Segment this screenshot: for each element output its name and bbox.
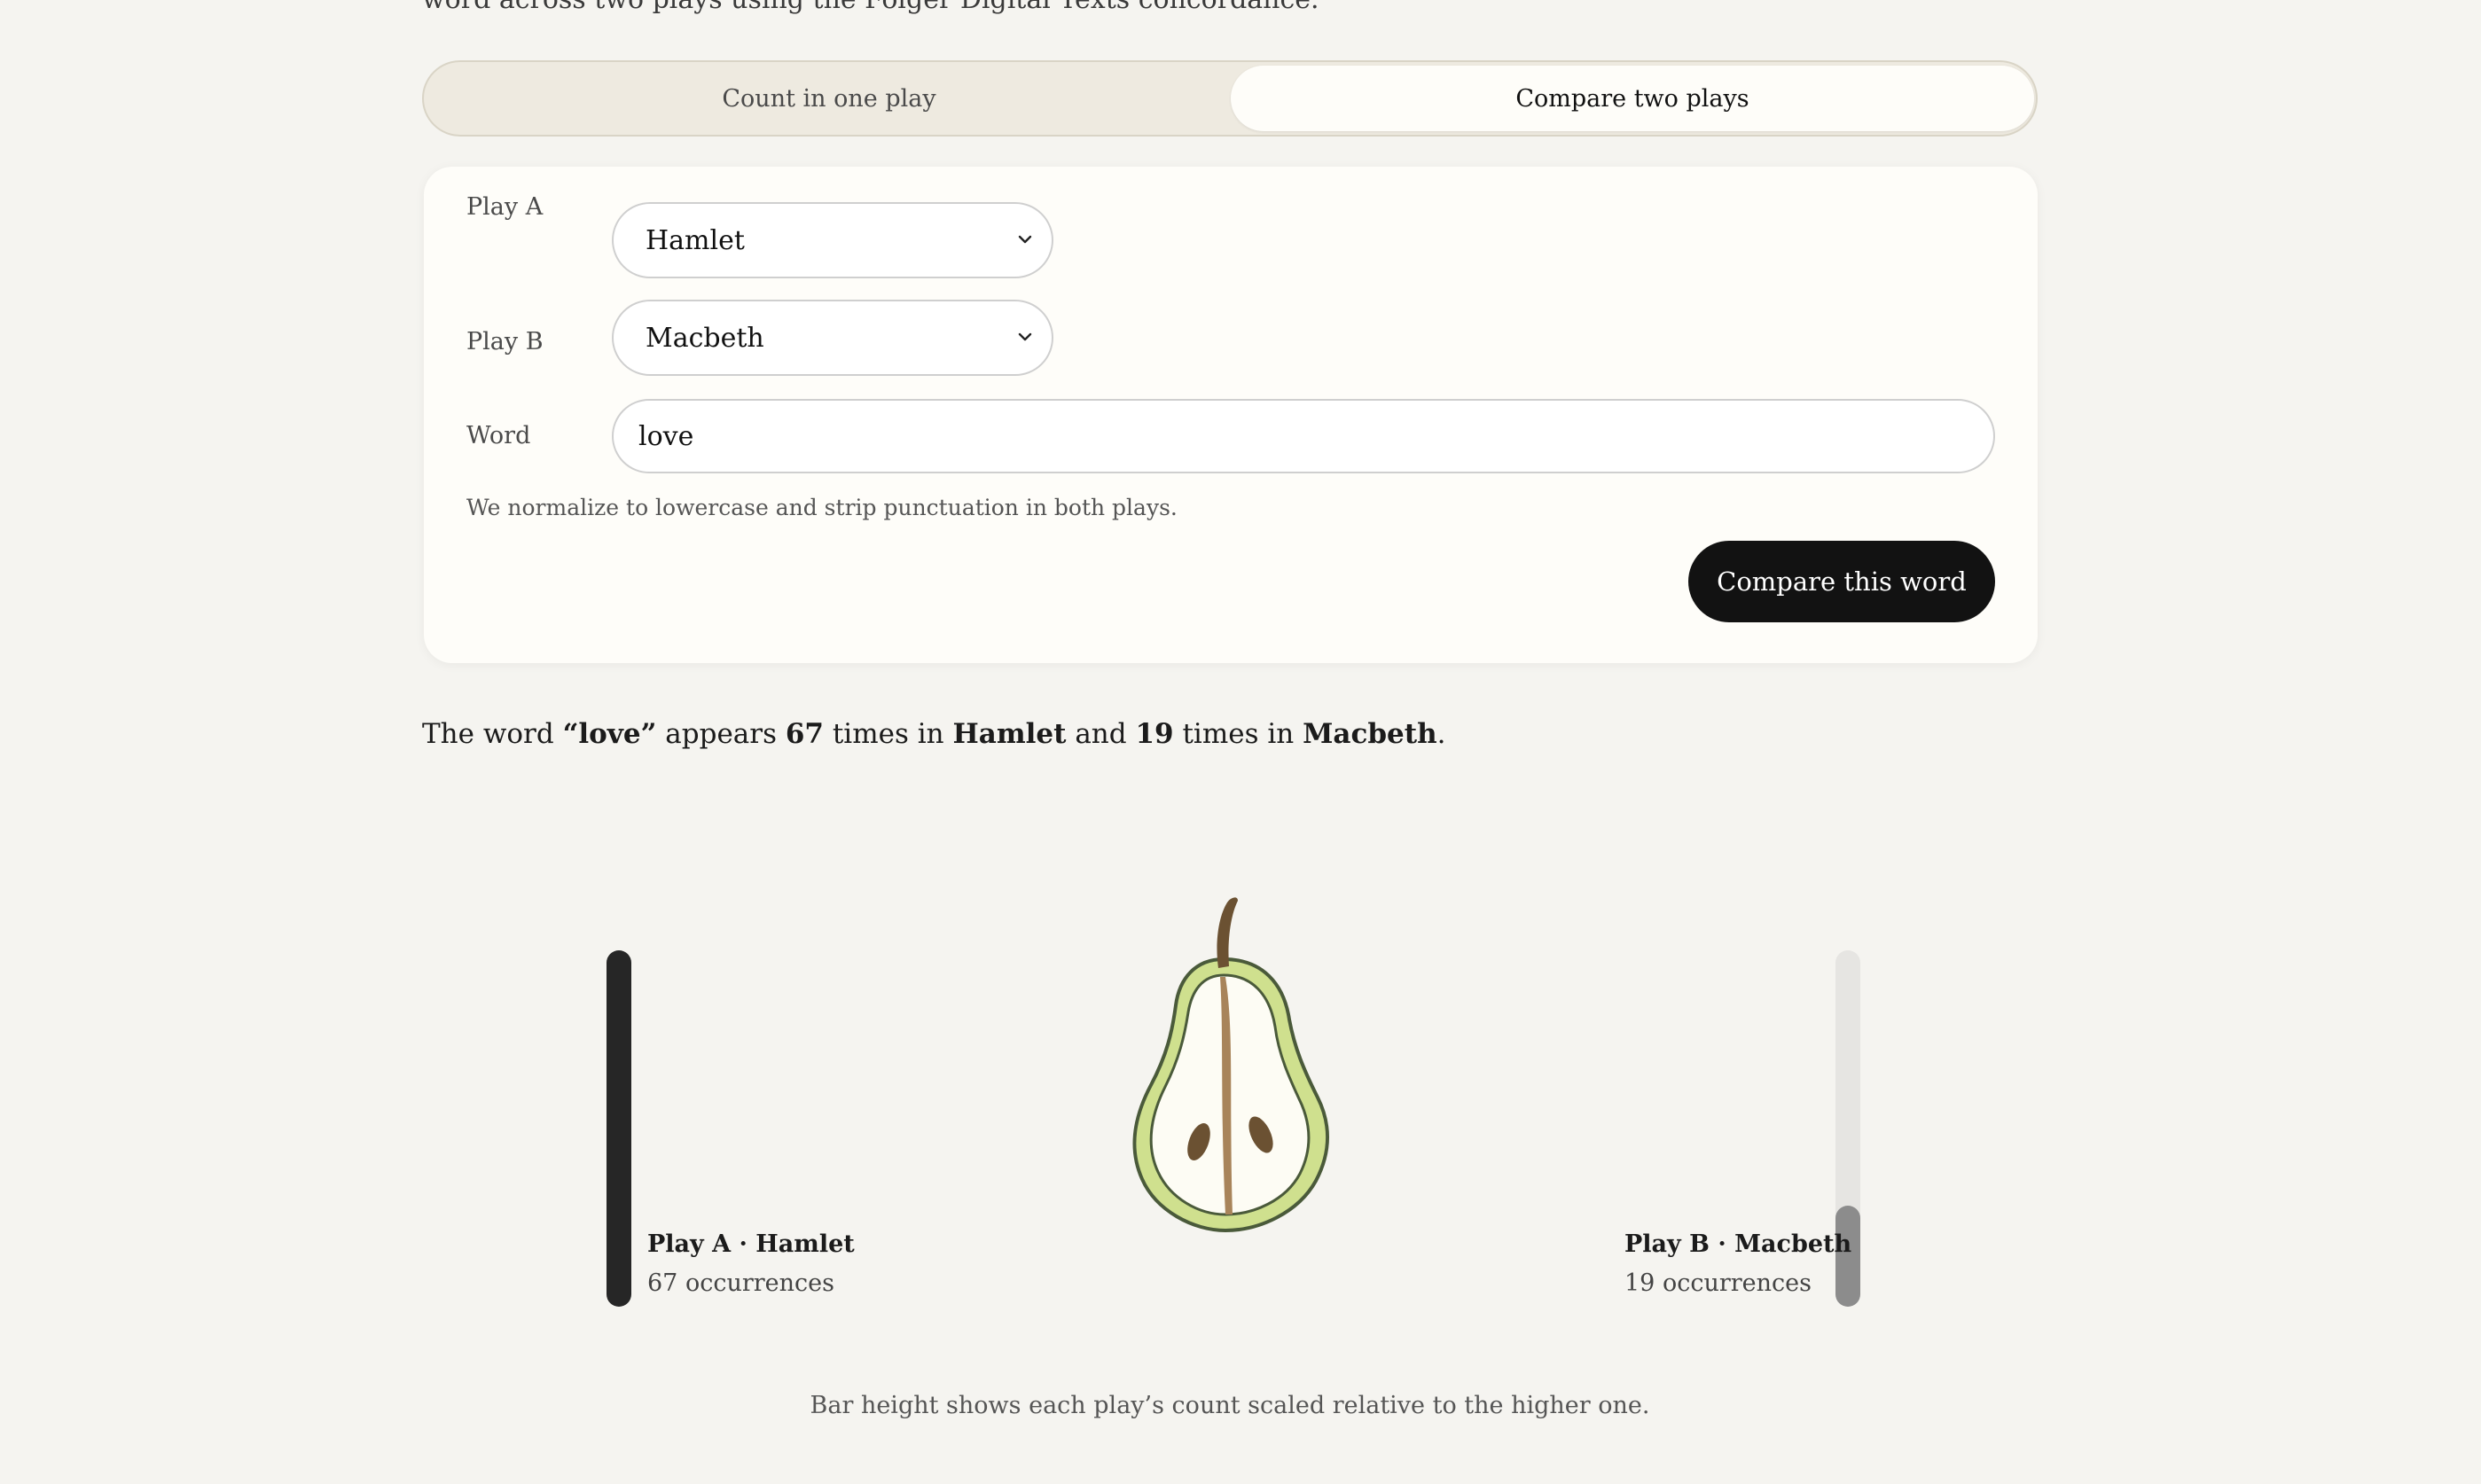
chevron-down-icon: [1018, 332, 1032, 341]
word-input[interactable]: [612, 399, 1995, 473]
chart-caption: Bar height shows each play’s count scale…: [810, 1392, 1650, 1419]
result-text-4: times in: [1173, 718, 1303, 750]
play-a-bar-fill: [607, 950, 631, 1307]
result-word: “love”: [562, 718, 657, 750]
compare-this-word-button[interactable]: Compare this word: [1688, 541, 1995, 622]
play-a-select[interactable]: Hamlet: [612, 202, 1053, 278]
mode-tabs: Count in one play Compare two plays: [422, 60, 2038, 137]
play-a-select-value: Hamlet: [646, 224, 745, 256]
play-a-label: Play A: [466, 193, 544, 221]
result-prefix: The word: [422, 718, 563, 750]
tab-compare-two-plays[interactable]: Compare two plays: [1231, 66, 2034, 131]
play-b-bar-count: 19 occurrences: [1624, 1269, 1812, 1297]
result-count-a: 67: [785, 718, 824, 750]
word-label: Word: [466, 422, 531, 449]
play-a-bar-track: [607, 950, 631, 1307]
pear-half-icon: [1132, 897, 1329, 1233]
play-b-select[interactable]: Macbeth: [612, 300, 1053, 376]
result-sentence: The word “love” appears 67 times in Haml…: [422, 718, 1445, 750]
result-play-a: Hamlet: [952, 718, 1067, 750]
compare-form-card: Play A Hamlet Play B Macbeth Word We nor…: [424, 167, 2038, 663]
play-a-bar-count: 67 occurrences: [647, 1269, 834, 1297]
play-b-bar-title: Play B · Macbeth: [1624, 1230, 1852, 1258]
intro-text: word across two plays using the Folger D…: [422, 0, 1319, 15]
chevron-down-icon: [1018, 235, 1032, 244]
result-text-1: appears: [656, 718, 786, 750]
play-b-label: Play B: [466, 328, 544, 355]
result-count-b: 19: [1135, 718, 1174, 750]
play-a-bar-title: Play A · Hamlet: [647, 1230, 855, 1258]
normalize-hint: We normalize to lowercase and strip punc…: [466, 495, 1178, 520]
result-text-3: and: [1066, 718, 1136, 750]
tab-count-in-one-play[interactable]: Count in one play: [427, 66, 1231, 131]
result-play-b: Macbeth: [1303, 718, 1437, 750]
result-suffix: .: [1436, 718, 1446, 750]
play-b-select-value: Macbeth: [646, 322, 764, 354]
result-text-2: times in: [824, 718, 953, 750]
